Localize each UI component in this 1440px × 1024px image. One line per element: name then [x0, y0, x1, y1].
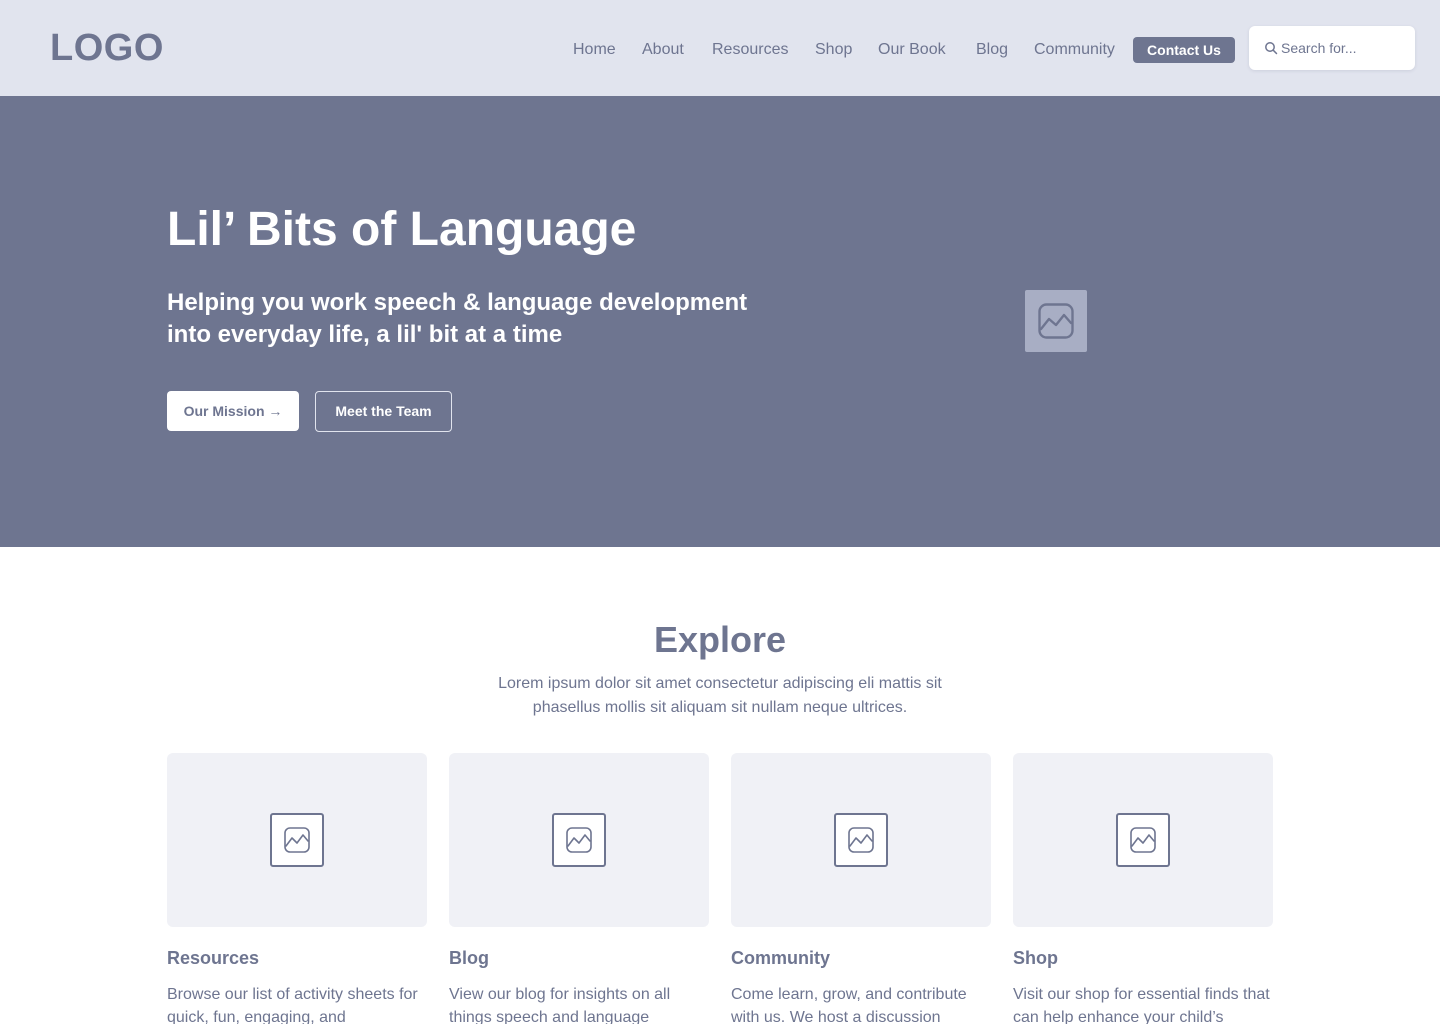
nav-item-blog[interactable]: Blog — [976, 37, 1008, 63]
card-image-placeholder — [731, 753, 991, 927]
card-title: Blog — [449, 948, 489, 968]
image-icon — [834, 813, 888, 867]
hero-image-placeholder — [1025, 290, 1087, 352]
card-text: Come learn, grow, and contribute with us… — [731, 986, 967, 1024]
meet-the-team-button[interactable]: Meet the Team — [315, 391, 452, 432]
card-community[interactable]: Community Come learn, grow, and contribu… — [731, 753, 991, 1024]
nav-item-about[interactable]: About — [642, 37, 684, 63]
image-icon — [552, 813, 606, 867]
site-header: LOGO Home About Resources Shop Our Book … — [0, 0, 1440, 96]
explore-description: Lorem ipsum dolor sit amet consectetur a… — [498, 675, 942, 716]
card-resources[interactable]: Resources Browse our list of activity sh… — [167, 753, 427, 1024]
nav-item-community[interactable]: Community — [1034, 37, 1115, 63]
explore-title: Explore — [653, 619, 787, 660]
search-box[interactable] — [1249, 26, 1415, 70]
logo[interactable]: LOGO — [50, 26, 164, 70]
card-shop[interactable]: Shop Visit our shop for essential finds … — [1013, 753, 1273, 1024]
card-title: Community — [731, 948, 830, 968]
card-blog[interactable]: Blog View our blog for insights on all t… — [449, 753, 709, 1024]
card-title: Shop — [1013, 948, 1058, 968]
hero-title: Lil’ Bits of Language — [167, 203, 637, 256]
card-image-placeholder — [1013, 753, 1273, 927]
search-input[interactable] — [1281, 38, 1407, 58]
image-icon — [1038, 303, 1074, 339]
nav-item-home[interactable]: Home — [573, 37, 616, 63]
search-icon — [1265, 42, 1278, 55]
hero-subtitle: Helping you work speech & language devel… — [167, 289, 748, 348]
card-text: View our blog for insights on all things… — [449, 986, 671, 1024]
image-icon — [270, 813, 324, 867]
card-text: Browse our list of activity sheets for q… — [167, 986, 418, 1024]
card-image-placeholder — [449, 753, 709, 927]
our-mission-button[interactable]: Our Mission → — [167, 391, 299, 431]
card-image-placeholder — [167, 753, 427, 927]
card-text: Visit our shop for essential finds that … — [1013, 986, 1270, 1024]
image-icon — [1116, 813, 1170, 867]
nav-item-our-book[interactable]: Our Book — [878, 37, 946, 63]
card-title: Resources — [167, 948, 260, 968]
hero-section: Lil’ Bits of Language Helping you work s… — [0, 96, 1440, 547]
nav-item-shop[interactable]: Shop — [815, 37, 852, 63]
nav-item-resources[interactable]: Resources — [712, 37, 788, 63]
contact-us-button[interactable]: Contact Us — [1133, 37, 1235, 63]
